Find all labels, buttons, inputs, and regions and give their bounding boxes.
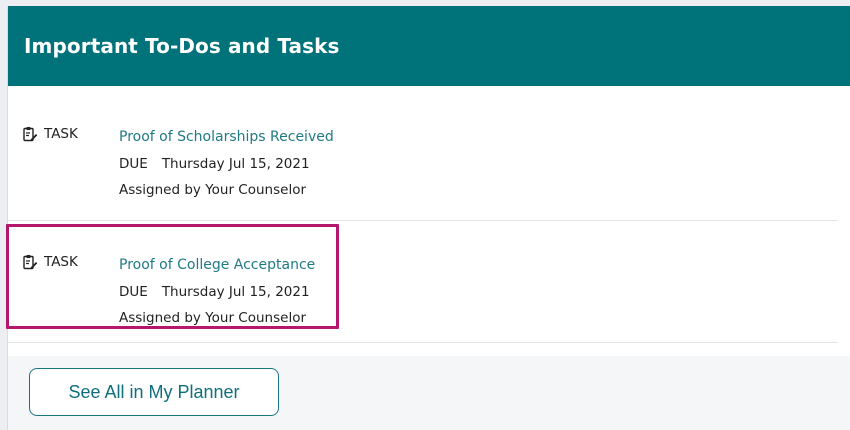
task-type-label: TASK: [44, 126, 78, 142]
task-title-link[interactable]: Proof of Scholarships Received: [119, 129, 334, 145]
task-type: TASK: [22, 254, 78, 270]
clipboard-edit-icon: [23, 255, 38, 270]
task-type-label: TASK: [44, 254, 78, 270]
task-due: DUE Thursday Jul 15, 2021: [119, 279, 315, 306]
task-details: Proof of College Acceptance DUE Thursday …: [119, 252, 315, 332]
task-assigned: Assigned by Your Counselor: [119, 310, 307, 326]
due-date: Thursday Jul 15, 2021: [161, 155, 310, 172]
clipboard-edit-icon: [23, 127, 38, 142]
task-details: Proof of Scholarships Received DUE Thursd…: [119, 124, 334, 204]
task-title-link[interactable]: Proof of College Acceptance: [119, 257, 315, 273]
panel-title: Important To-Dos and Tasks: [24, 34, 340, 58]
todo-panel: Important To-Dos and Tasks TASK Proof of…: [7, 6, 850, 430]
panel-header: Important To-Dos and Tasks: [8, 6, 850, 86]
due-date: Thursday Jul 15, 2021: [161, 283, 310, 300]
due-label: DUE: [119, 283, 148, 300]
task-assigned: Assigned by Your Counselor: [119, 182, 307, 198]
see-all-planner-button[interactable]: See All in My Planner: [29, 368, 279, 416]
task-due: DUE Thursday Jul 15, 2021: [119, 151, 334, 178]
task-item: TASK Proof of Scholarships Received DUE T…: [8, 86, 838, 221]
task-item: TASK Proof of College Acceptance DUE Thur…: [8, 222, 838, 343]
panel-footer: See All in My Planner: [8, 356, 850, 430]
due-label: DUE: [119, 155, 148, 172]
task-type: TASK: [22, 126, 78, 142]
